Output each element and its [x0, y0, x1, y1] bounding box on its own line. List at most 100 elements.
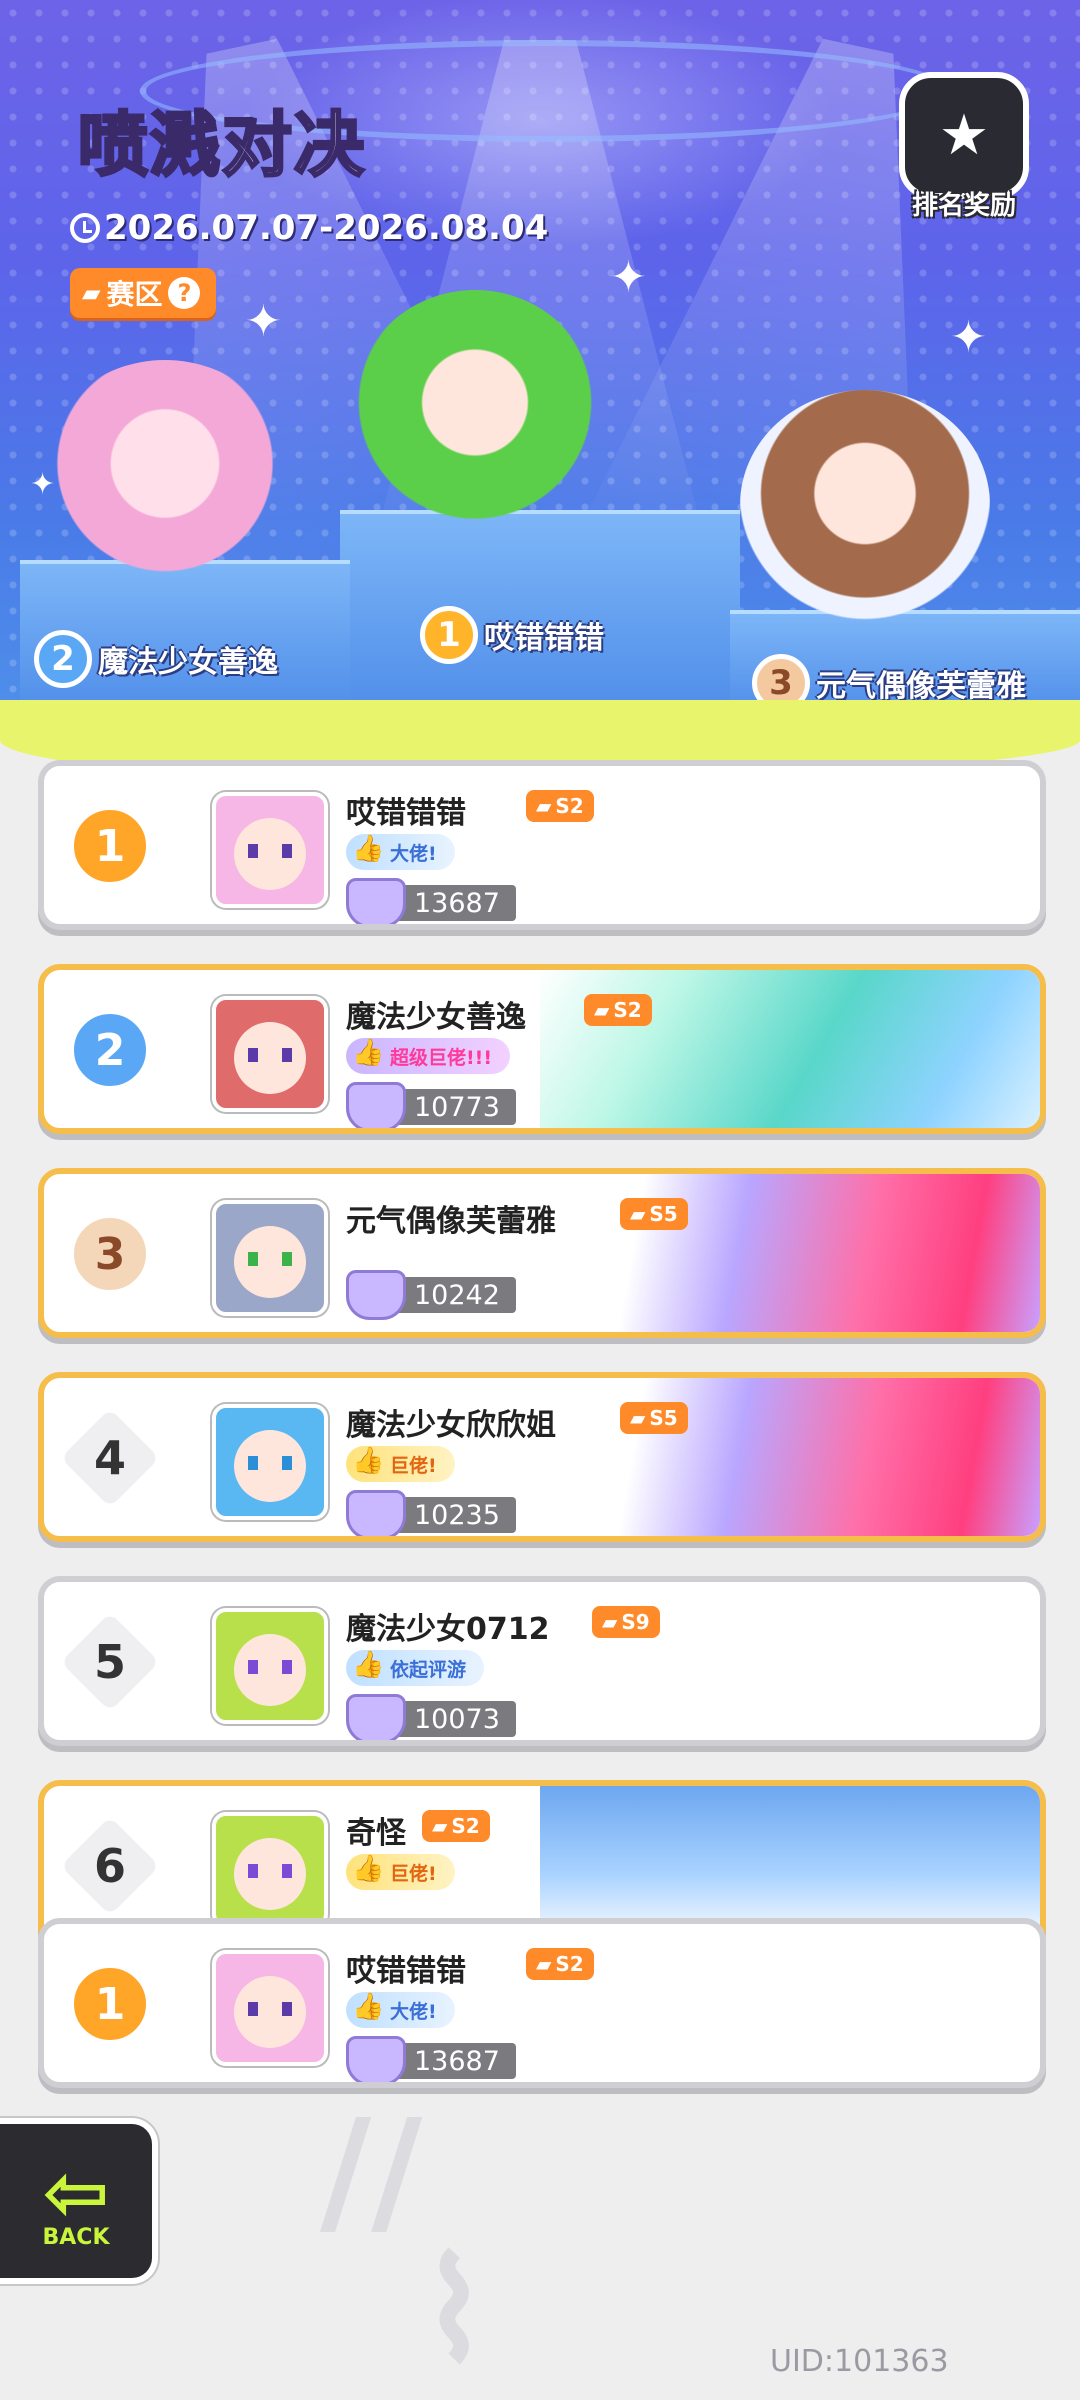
rank-number: 4	[93, 1431, 126, 1485]
score: 13687	[346, 878, 516, 924]
title-tag: 巨佬!	[346, 1854, 455, 1890]
avatar[interactable]	[212, 1608, 328, 1724]
avatar[interactable]	[212, 792, 328, 908]
rank-medal: 3	[62, 1206, 158, 1302]
title-part2: 对决	[221, 104, 366, 186]
uid-label: UID:101363	[770, 2344, 949, 2379]
leaderboard-row[interactable]: 5 魔法少女0712 ▰S9 依起评游 10073	[38, 1576, 1046, 1746]
leaderboard-row[interactable]: 2 魔法少女善逸 ▰S2 超级巨佬!!! 10773	[38, 964, 1046, 1134]
water-gun-icon: ▰	[602, 1610, 618, 1634]
my-rank-row[interactable]: 1 哎错错错 ▰S2 大佬! 13687	[38, 1918, 1046, 2088]
rank-badge: 2	[34, 630, 92, 688]
rank-badge: 1	[420, 606, 478, 664]
season-badge: ▰ S9	[592, 1606, 660, 1638]
score-value: 10073	[396, 1701, 516, 1737]
background-scribble: ⌇	[420, 2230, 489, 2393]
sparkle-icon: ✦	[950, 312, 987, 363]
season-label: S2	[555, 1952, 584, 1976]
season-badge: ▰ S2	[422, 1810, 490, 1842]
leaderboard-row[interactable]: 4 魔法少女欣欣姐 ▰S5 巨佬! 10235	[38, 1372, 1046, 1542]
rank-diamond: 6	[60, 1816, 160, 1916]
character-third-place	[740, 390, 990, 620]
avatar[interactable]	[212, 1404, 328, 1520]
season-label: S2	[613, 998, 642, 1022]
date-range-row: 2026.07.07-2026.08.04	[70, 208, 548, 248]
leaderboard-row[interactable]: 3 元气偶像芙蕾雅 ▰ S5 10242	[38, 1168, 1046, 1338]
character-second-place	[40, 360, 290, 590]
crest-icon	[346, 1694, 406, 1740]
season-label: S2	[555, 794, 584, 818]
rank-number: 5	[93, 1635, 126, 1689]
rank-number: 3	[69, 1213, 151, 1295]
background-scribble: ∕∕	[320, 2090, 423, 2253]
rank-number: 1	[69, 1963, 151, 2045]
title-part1: 喷溅	[77, 104, 222, 186]
water-gun-icon: ▰	[432, 1814, 448, 1838]
podium-name: 元气偶像芙蕾雅	[816, 669, 1026, 704]
zone-button[interactable]: ▰ 赛区 ?	[70, 268, 217, 318]
crest-icon	[346, 1270, 406, 1320]
player-name: 元气偶像芙蕾雅	[346, 1204, 556, 1239]
season-badge: ▰ S5	[620, 1198, 688, 1230]
ranking-reward-button[interactable]: ★ 排名奖励	[895, 72, 1033, 222]
leaderboard-row[interactable]: 1 哎错错错 ▰S2 大佬! 13687	[38, 760, 1046, 930]
score-value: 13687	[396, 2043, 516, 2079]
trophy-icon: ★	[899, 72, 1029, 199]
hero-banner: 喷溅对决 2026.07.07-2026.08.04 ▰ 赛区 ? ★ 排名奖励…	[0, 0, 1080, 740]
water-gun-icon: ▰	[536, 1952, 552, 1976]
title-tag: 巨佬!	[346, 1446, 455, 1482]
score-value: 10242	[396, 1277, 516, 1313]
podium-first: 1 哎错错错	[420, 606, 604, 664]
score: 13687	[346, 2036, 516, 2082]
water-gun-icon: ▰	[536, 794, 552, 818]
rank-medal: 2	[62, 1002, 158, 1098]
help-icon[interactable]: ?	[168, 277, 201, 309]
crest-icon	[346, 1490, 406, 1536]
rank-medal: 1	[62, 798, 158, 894]
avatar[interactable]	[212, 1812, 328, 1928]
podium-second: 2 魔法少女善逸	[34, 630, 278, 688]
ranking-reward-label: 排名奖励	[911, 191, 1016, 221]
avatar[interactable]	[212, 1200, 328, 1316]
season-badge: ▰ S2	[526, 1948, 594, 1980]
back-label: BACK	[42, 2224, 110, 2250]
zone-label: 赛区	[106, 278, 163, 311]
player-name: 奇怪	[346, 1816, 406, 1851]
back-button[interactable]: ⇦ BACK	[0, 2118, 158, 2284]
season-label: S9	[621, 1610, 650, 1634]
avatar[interactable]	[212, 1950, 328, 2066]
player-name: 魔法少女欣欣姐	[346, 1408, 556, 1443]
rank-diamond: 5	[60, 1612, 160, 1712]
clock-icon	[70, 213, 100, 243]
crest-icon	[346, 2036, 406, 2082]
sparkle-icon: ✦	[245, 296, 282, 347]
sparkle-icon: ✦	[30, 467, 56, 502]
date-range: 2026.07.07-2026.08.04	[104, 208, 549, 248]
season-badge: ▰ S5	[620, 1402, 688, 1434]
rank-number: 2	[69, 1009, 151, 1091]
rank-medal: 1	[62, 1956, 158, 2052]
score: 10235	[346, 1490, 516, 1536]
crest-icon	[346, 878, 406, 924]
player-name: 哎错错错	[346, 796, 466, 831]
water-gun-icon: ▰	[630, 1406, 646, 1430]
back-arrow-icon: ⇦	[42, 2145, 110, 2239]
rank-diamond: 4	[60, 1408, 160, 1508]
podium-name: 魔法少女善逸	[98, 645, 278, 680]
row-background-art	[540, 1378, 1040, 1536]
score: 10073	[346, 1694, 516, 1740]
sparkle-icon: ✦	[610, 252, 647, 303]
avatar[interactable]	[212, 996, 328, 1112]
character-first-place	[350, 290, 600, 540]
water-gun-icon: ▰	[630, 1202, 646, 1226]
rank-number: 1	[69, 805, 151, 887]
player-name: 魔法少女善逸	[346, 1000, 526, 1035]
season-label: S2	[451, 1814, 480, 1838]
title-tag: 依起评游	[346, 1650, 485, 1686]
score: 10773	[346, 1082, 516, 1128]
player-name: 魔法少女0712	[346, 1612, 550, 1647]
season-badge: ▰ S2	[584, 994, 652, 1026]
score-value: 10235	[396, 1497, 516, 1533]
water-gun-icon: ▰	[82, 279, 101, 307]
page-title: 喷溅对决	[77, 109, 366, 182]
